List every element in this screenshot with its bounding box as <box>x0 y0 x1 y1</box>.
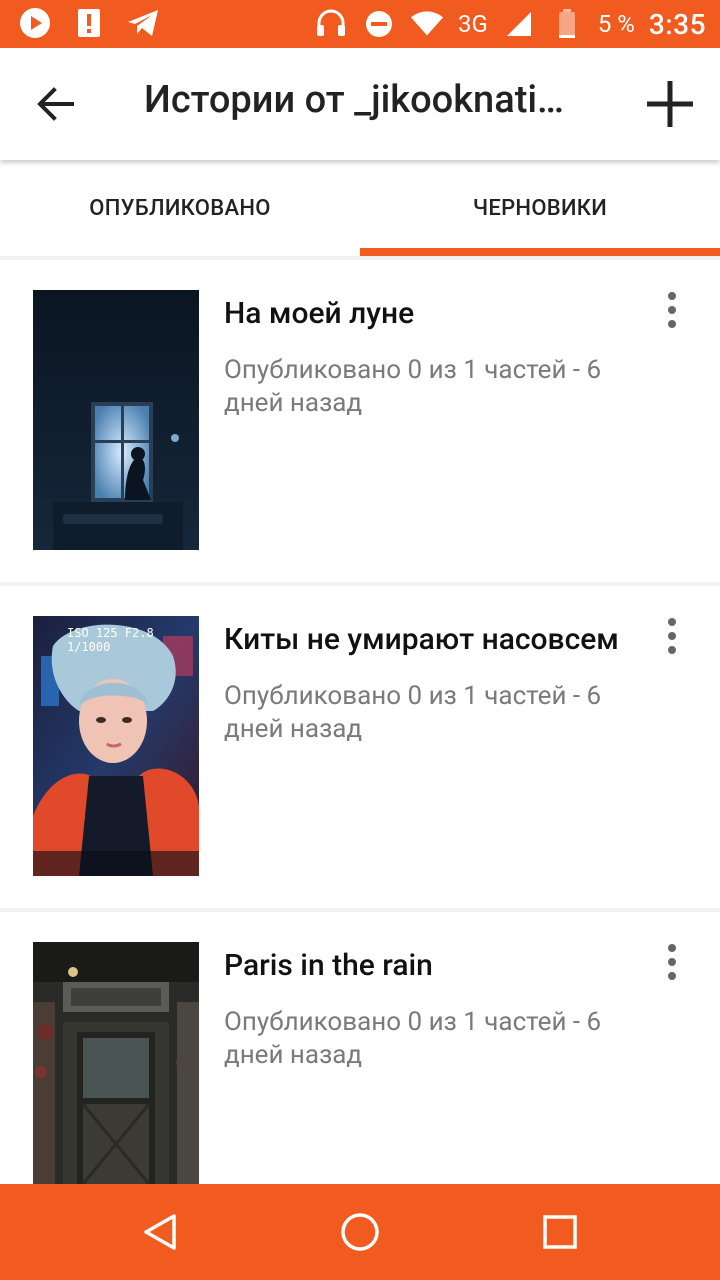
back-button[interactable] <box>26 76 86 132</box>
network-type: 3G <box>458 10 488 38</box>
square-recents-icon <box>543 1215 577 1249</box>
do-not-disturb-icon <box>362 7 396 41</box>
signal-icon <box>502 7 536 41</box>
page-title: Истории от _jikooknati… <box>144 78 564 122</box>
cover-overlay-text: ISO 125 F2.8 1/1000 <box>67 626 154 654</box>
story-card[interactable]: На моей луне Опубликовано 0 из 1 частей … <box>0 260 720 582</box>
story-meta: Опубликовано 0 из 1 частей - 6 дней наза… <box>224 355 602 418</box>
telegram-icon <box>126 6 160 40</box>
story-title: Paris in the rain <box>224 948 433 983</box>
story-title: На моей луне <box>224 296 415 331</box>
story-cover-image <box>33 942 199 1202</box>
arrow-back-icon <box>37 87 74 121</box>
clock: 3:35 <box>648 7 706 41</box>
add-story-button[interactable] <box>638 72 702 136</box>
nav-home-button[interactable] <box>334 1206 386 1258</box>
plus-icon <box>647 81 693 127</box>
story-card[interactable]: ISO 125 F2.8 1/1000 Киты не умирают насо… <box>0 586 720 908</box>
more-options-button[interactable] <box>654 614 690 658</box>
more-options-button[interactable] <box>654 288 690 332</box>
status-bar: 3G 5 % 3:35 <box>0 0 720 48</box>
battery-percent: 5 % <box>597 10 635 38</box>
circle-home-icon <box>341 1213 379 1251</box>
story-title: Киты не умирают насовсем <box>224 622 619 657</box>
story-meta: Опубликовано 0 из 1 частей - 6 дней наза… <box>224 681 602 744</box>
triangle-back-icon <box>144 1214 176 1250</box>
system-nav-bar <box>0 1184 720 1280</box>
battery-icon <box>550 7 584 41</box>
story-cover-image <box>33 290 199 550</box>
more-vert-icon <box>668 292 676 300</box>
more-vert-icon <box>668 618 676 626</box>
story-meta: Опубликовано 0 из 1 частей - 6 дней наза… <box>224 1007 602 1070</box>
nav-recents-button[interactable] <box>534 1206 586 1258</box>
tab-indicator <box>360 248 720 256</box>
tab-bar: ОПУБЛИКОВАНО ЧЕРНОВИКИ <box>0 160 720 256</box>
play-icon <box>18 6 52 40</box>
alert-icon <box>72 6 106 40</box>
headset-icon <box>314 7 348 41</box>
nav-back-button[interactable] <box>134 1206 186 1258</box>
more-options-button[interactable] <box>654 940 690 984</box>
app-bar: Истории от _jikooknati… <box>0 48 720 160</box>
story-cover-image: ISO 125 F2.8 1/1000 <box>33 616 199 876</box>
tab-drafts[interactable]: ЧЕРНОВИКИ <box>360 160 720 256</box>
more-vert-icon <box>668 944 676 952</box>
wifi-icon <box>410 7 444 41</box>
tab-published[interactable]: ОПУБЛИКОВАНО <box>0 160 360 256</box>
